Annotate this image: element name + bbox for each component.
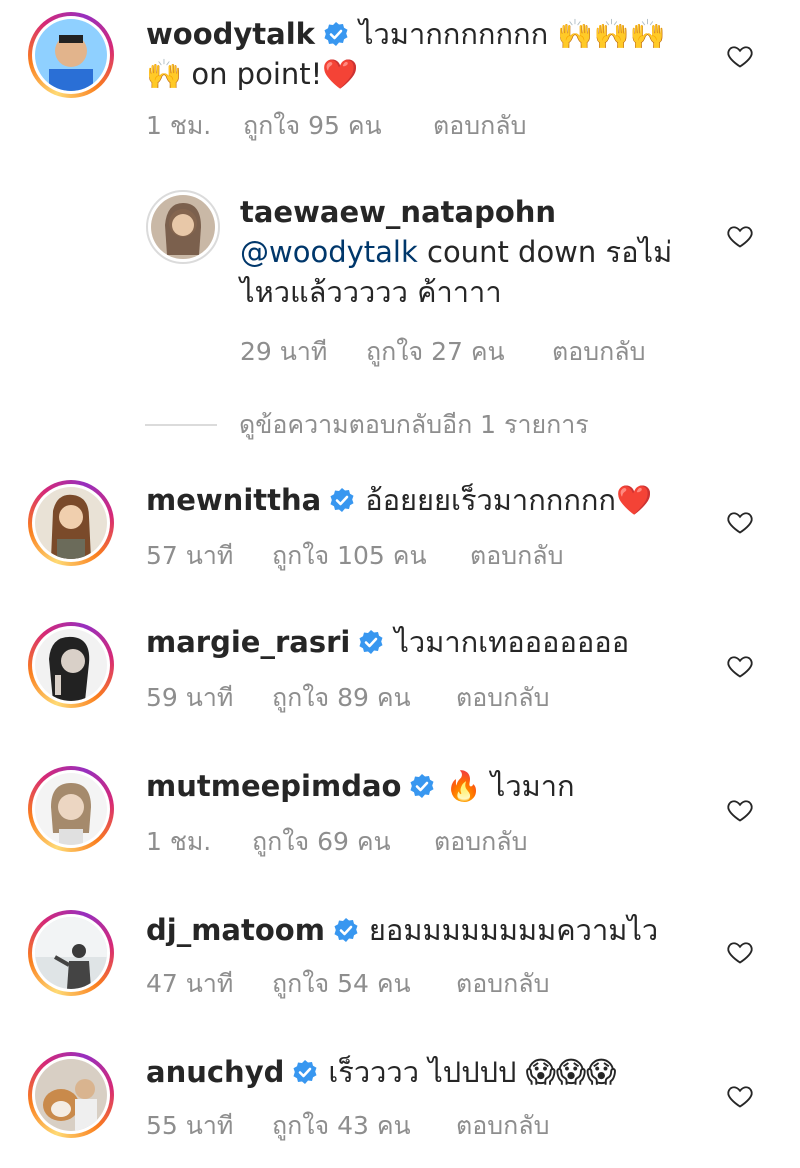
like-count[interactable]: ถูกใจ 95 คน xyxy=(243,106,433,146)
heart-outline-icon[interactable] xyxy=(726,796,754,824)
heart-outline-icon[interactable] xyxy=(726,652,754,680)
reply-button[interactable]: ตอบกลับ xyxy=(552,332,645,372)
view-more-replies[interactable]: ดูข้อความตอบกลับอีก 1 รายการ xyxy=(145,405,589,445)
comment-body: dj_matoom ยอมมมมมมมมความไว xyxy=(146,910,658,950)
username[interactable]: mewnittha xyxy=(146,483,321,517)
avatar[interactable] xyxy=(146,190,220,264)
heart-outline-icon[interactable] xyxy=(726,508,754,536)
like-count[interactable]: ถูกใจ 27 คน xyxy=(366,332,552,372)
reply-button[interactable]: ตอบกลับ xyxy=(456,1106,549,1146)
verified-badge-icon xyxy=(333,917,359,943)
comment-text: 🔥 ไวมาก xyxy=(445,769,575,803)
comment-text: ไวมากเทอออออออ xyxy=(394,625,630,659)
timestamp: 59 นาที xyxy=(146,683,234,712)
verified-badge-icon xyxy=(409,773,435,799)
verified-badge-icon xyxy=(358,629,384,655)
reply-button[interactable]: ตอบกลับ xyxy=(456,678,549,718)
heart-outline-icon[interactable] xyxy=(726,1082,754,1110)
reply-button[interactable]: ตอบกลับ xyxy=(434,822,527,862)
timestamp: 1 ชม. xyxy=(146,827,212,856)
username[interactable]: dj_matoom xyxy=(146,913,325,947)
verified-badge-icon xyxy=(329,487,355,513)
heart-outline-icon[interactable] xyxy=(726,42,754,70)
comment-body: anuchyd เร็วววว ไปปปป 😱😱😱 xyxy=(146,1052,616,1092)
verified-badge-icon xyxy=(323,21,349,47)
comment-text: อ้อยยยเร็วมากกกกก❤️ xyxy=(365,483,653,517)
verified-badge-icon xyxy=(292,1059,318,1085)
username[interactable]: mutmeepimdao xyxy=(146,769,401,803)
avatar[interactable] xyxy=(28,766,114,852)
like-count[interactable]: ถูกใจ 69 คน xyxy=(252,822,434,862)
comment-text: ไวมากกกกกกก 🙌🙌🙌 xyxy=(358,17,666,51)
timestamp: 55 นาที xyxy=(146,1111,234,1140)
view-more-replies-label: ดูข้อความตอบกลับอีก 1 รายการ xyxy=(239,410,589,439)
divider-line xyxy=(145,424,217,426)
reply-button[interactable]: ตอบกลับ xyxy=(456,964,549,1004)
comment-text-cont: 🙌 on point!❤️ xyxy=(146,57,359,91)
timestamp: 29 นาที xyxy=(240,337,328,366)
like-count[interactable]: ถูกใจ 43 คน xyxy=(272,1106,456,1146)
reply-button[interactable]: ตอบกลับ xyxy=(433,106,526,146)
avatar[interactable] xyxy=(28,12,114,98)
username[interactable]: margie_rasri xyxy=(146,625,350,659)
comment-body: margie_rasri ไวมากเทอออออออ xyxy=(146,622,629,662)
like-count[interactable]: ถูกใจ 54 คน xyxy=(272,964,456,1004)
username[interactable]: anuchyd xyxy=(146,1055,284,1089)
comment-body: taewaew_natapohn @woodytalk count down ร… xyxy=(240,192,672,312)
timestamp: 57 นาที xyxy=(146,541,234,570)
comment-text-cont: ไหวแล้ววววว ค้าาาา xyxy=(240,275,502,309)
comment-text: count down รอไม่ xyxy=(417,235,673,269)
avatar[interactable] xyxy=(28,480,114,566)
username[interactable]: woodytalk xyxy=(146,17,315,51)
comment-body: mutmeepimdao 🔥 ไวมาก xyxy=(146,766,575,806)
heart-outline-icon[interactable] xyxy=(726,222,754,250)
reply-button[interactable]: ตอบกลับ xyxy=(470,536,563,576)
avatar[interactable] xyxy=(28,1052,114,1138)
comment-body: mewnittha อ้อยยยเร็วมากกกกก❤️ xyxy=(146,480,652,520)
timestamp: 1 ชม. xyxy=(146,111,212,140)
avatar[interactable] xyxy=(28,910,114,996)
comment-body: woodytalk ไวมากกกกกกก 🙌🙌🙌 🙌 on point!❤️ xyxy=(146,14,666,94)
like-count[interactable]: ถูกใจ 105 คน xyxy=(272,536,470,576)
comment-text: ยอมมมมมมมมความไว xyxy=(368,913,659,947)
comment-text: เร็วววว ไปปปป 😱😱😱 xyxy=(328,1055,617,1089)
timestamp: 47 นาที xyxy=(146,969,234,998)
heart-outline-icon[interactable] xyxy=(726,938,754,966)
avatar[interactable] xyxy=(28,622,114,708)
like-count[interactable]: ถูกใจ 89 คน xyxy=(272,678,456,718)
username[interactable]: taewaew_natapohn xyxy=(240,195,556,229)
mention-link[interactable]: @woodytalk xyxy=(240,235,418,269)
